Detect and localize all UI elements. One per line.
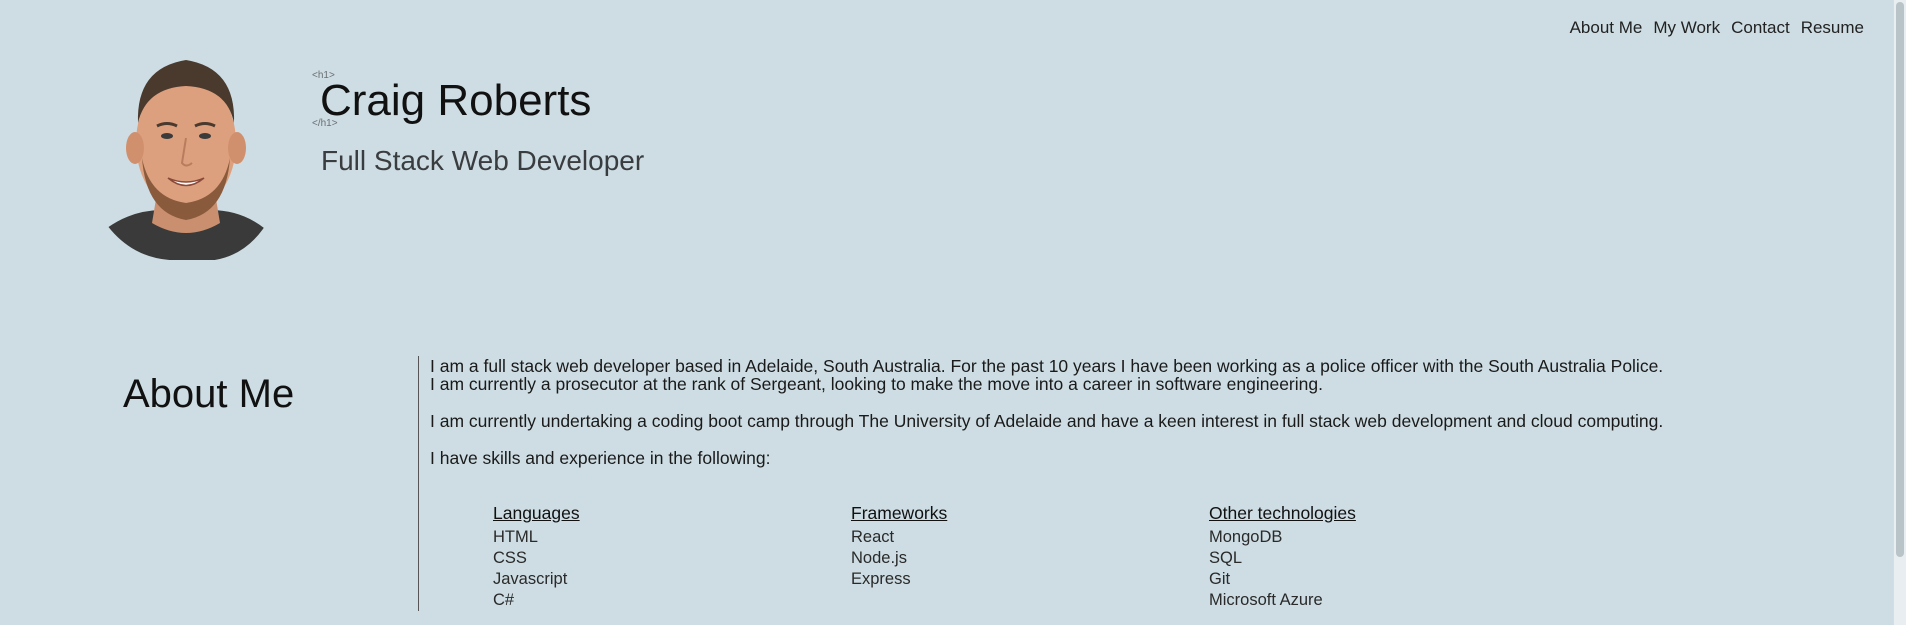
skill-item: React — [851, 528, 895, 546]
profile-photo — [102, 28, 270, 260]
skills-column-frameworks: Frameworks React Node.js Express — [851, 503, 1209, 611]
skills-heading: Other technologies — [1209, 503, 1356, 523]
skills-column-other: Other technologies MongoDB SQL Git Micro… — [1209, 503, 1567, 611]
skills-grid: Languages HTML CSS Javascript C# Framewo… — [493, 503, 1567, 611]
about-body: I am a full stack web developer based in… — [430, 357, 1670, 486]
nav-link-my-work[interactable]: My Work — [1653, 18, 1720, 38]
top-nav: About Me My Work Contact Resume — [1570, 18, 1864, 38]
skill-item: MongoDB — [1209, 528, 1283, 546]
skill-item: HTML — [493, 528, 538, 546]
page-title: Craig Roberts — [320, 76, 592, 125]
scrollbar-thumb[interactable] — [1896, 2, 1904, 557]
portfolio-page: About Me My Work Contact Resume <h1> Cra… — [0, 0, 1906, 625]
skill-item: Microsoft Azure — [1209, 591, 1323, 609]
about-heading: About Me — [123, 372, 295, 416]
section-divider — [418, 356, 419, 611]
nav-link-contact[interactable]: Contact — [1731, 18, 1790, 38]
skills-heading: Frameworks — [851, 503, 948, 523]
vertical-scrollbar[interactable] — [1893, 0, 1906, 625]
nav-link-about-me[interactable]: About Me — [1570, 18, 1643, 38]
skill-item: Node.js — [851, 549, 907, 567]
skill-item: SQL — [1209, 549, 1243, 567]
skill-item: C# — [493, 591, 515, 609]
skills-heading: Languages — [493, 503, 580, 523]
skill-item: Javascript — [493, 570, 568, 588]
skill-item: Express — [851, 570, 911, 588]
h1-close-tag-label: </h1> — [312, 118, 338, 129]
skill-item: Git — [1209, 570, 1231, 588]
about-paragraph: I am currently undertaking a coding boot… — [430, 411, 1664, 431]
about-paragraph: I have skills and experience in the foll… — [430, 448, 771, 468]
about-paragraph: I am a full stack web developer based in… — [430, 356, 1664, 394]
nav-link-resume[interactable]: Resume — [1801, 18, 1864, 38]
skill-item: CSS — [493, 549, 527, 567]
skills-column-languages: Languages HTML CSS Javascript C# — [493, 503, 851, 611]
job-title: Full Stack Web Developer — [321, 145, 645, 176]
